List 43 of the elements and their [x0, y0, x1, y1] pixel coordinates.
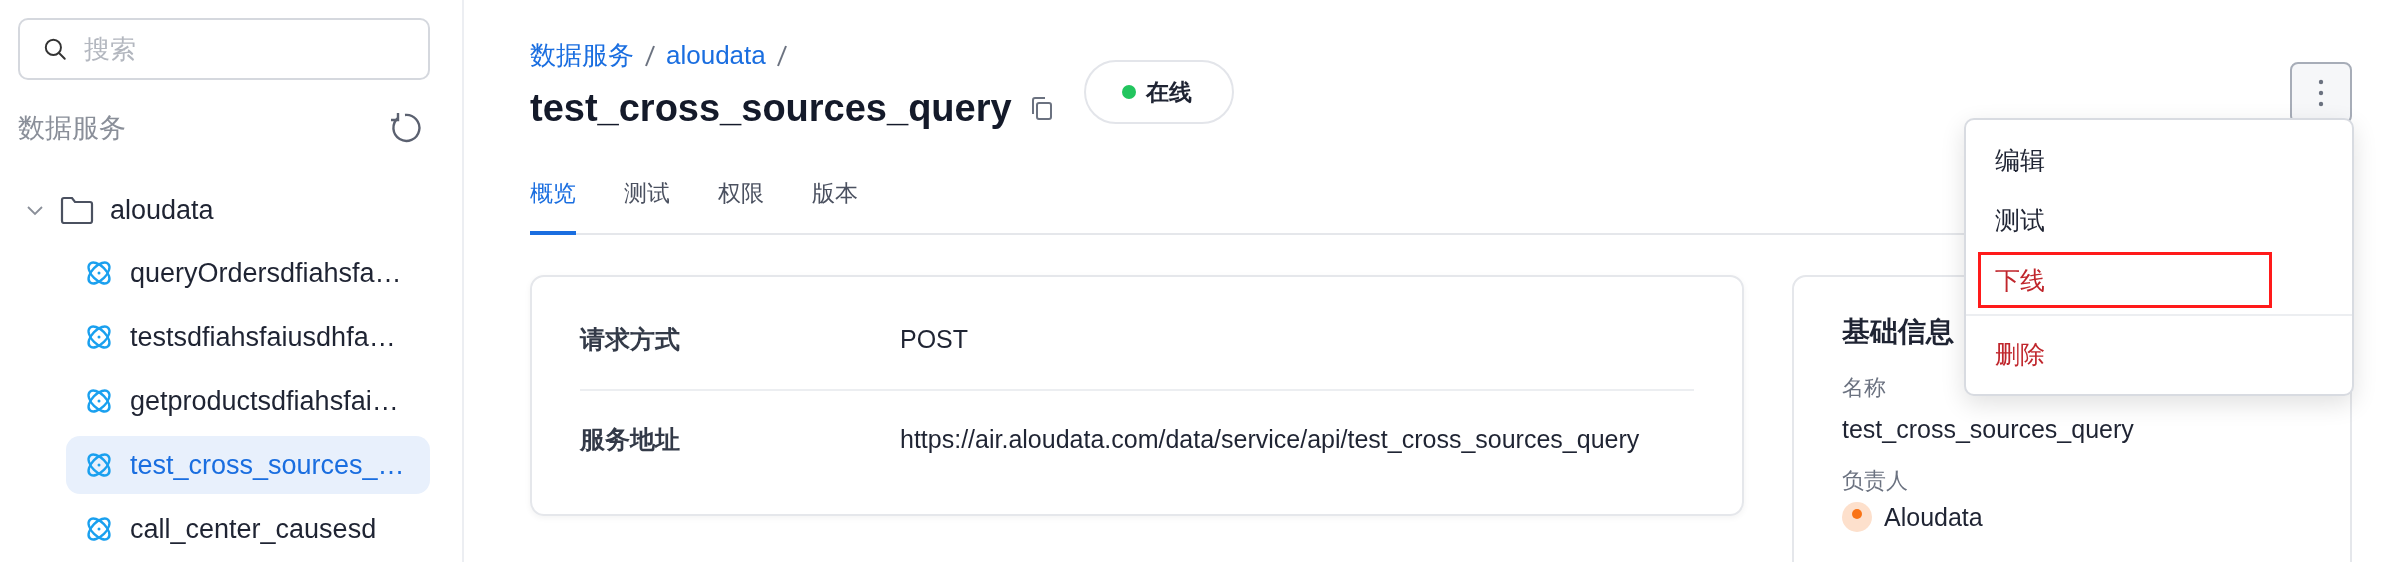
search-field[interactable]: 搜索: [18, 18, 430, 80]
atom-icon: [84, 386, 114, 416]
field-label: 服务地址: [580, 424, 681, 456]
chevron-icon: [26, 204, 44, 216]
search-icon: [42, 36, 68, 62]
tab[interactable]: 测试: [624, 178, 670, 235]
service-item[interactable]: call_center_causesd: [66, 500, 430, 558]
field-label: 请求方式: [580, 324, 681, 355]
field-label: 名称: [1842, 374, 1886, 402]
tab[interactable]: 版本: [812, 178, 858, 235]
field-value: https://air.aloudata.com/data/service/api/test_cross_sources_query: [900, 424, 1641, 456]
refresh-icon[interactable]: [388, 111, 422, 145]
owner-name: Aloudata: [1884, 502, 1983, 532]
breadcrumb-link[interactable]: 数据服务: [530, 38, 634, 73]
menu-item[interactable]: 下线: [1978, 252, 2272, 308]
card-title: 基础信息: [1842, 315, 1954, 349]
breadcrumb-link[interactable]: aloudata: [666, 40, 766, 71]
menu-item[interactable]: 测试: [1978, 192, 2272, 248]
atom-icon: [84, 450, 114, 480]
field-value: test_cross_sources_query: [1842, 415, 2134, 444]
menu-item[interactable]: 删除: [1978, 326, 2272, 382]
avatar-icon: [1842, 502, 1872, 532]
service-item[interactable]: testsdfiahsfaiusdhfa…: [66, 308, 430, 366]
field-value: POST: [900, 324, 970, 355]
field-label: 负责人: [1842, 467, 1908, 495]
folder-icon: [60, 196, 94, 224]
more-icon: [2318, 78, 2324, 108]
atom-icon: [84, 514, 114, 544]
menu-item[interactable]: 编辑: [1978, 132, 2272, 188]
service-item[interactable]: queryOrdersdfiahsfa…: [66, 244, 430, 302]
section-title: 数据服务: [18, 112, 126, 145]
tab[interactable]: 概览: [530, 178, 576, 235]
copy-icon[interactable]: [1029, 95, 1054, 122]
service-item[interactable]: test_cross_sources_…: [66, 436, 430, 494]
atom-icon: [84, 322, 114, 352]
tab[interactable]: 权限: [718, 178, 764, 235]
status-badge: 在线: [1083, 60, 1234, 124]
folder-item[interactable]: aloudata: [18, 182, 430, 238]
service-item[interactable]: getproductsdfiahsfai…: [66, 372, 430, 430]
slash-icon: [644, 43, 656, 68]
atom-icon: [84, 258, 114, 288]
page-title: test_cross_sources_query: [530, 87, 1012, 130]
slash-icon: [775, 43, 788, 68]
